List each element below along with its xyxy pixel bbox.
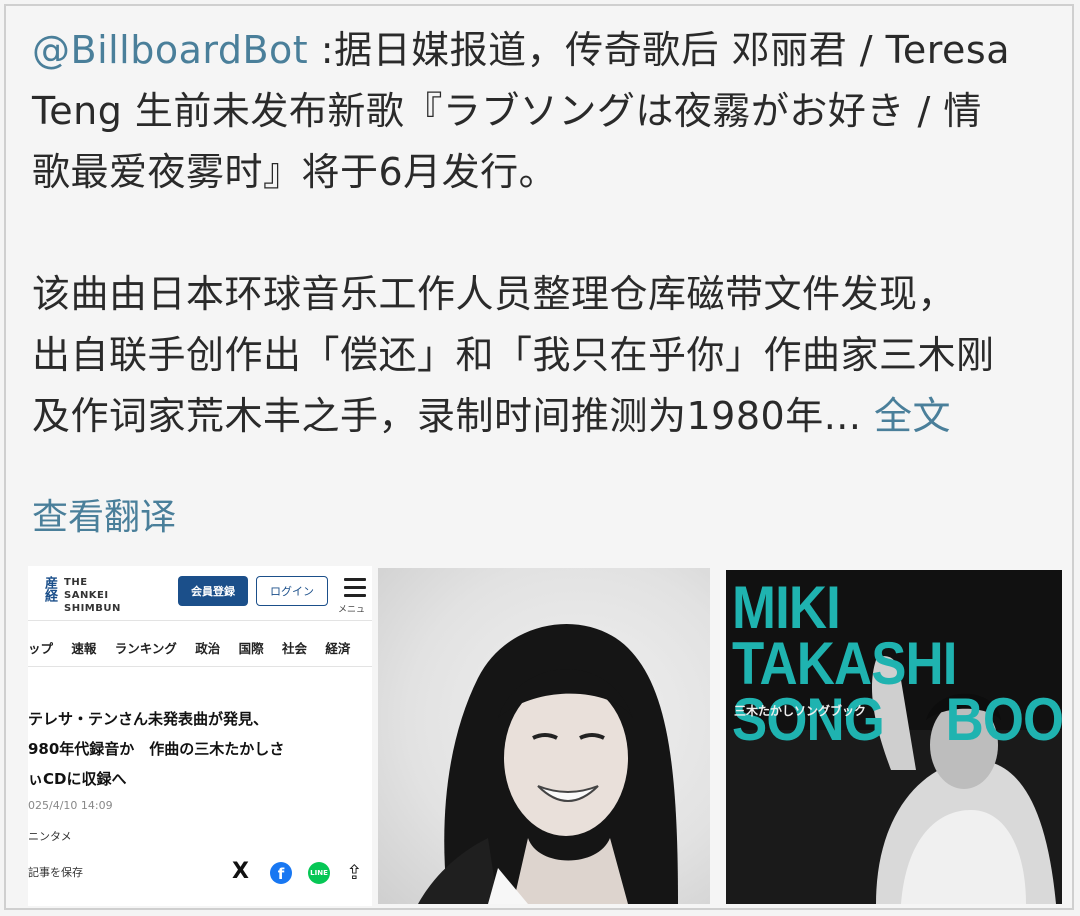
post-text-line2: Teng 生前未发布新歌『ラブソングは夜霧がお好き / 情	[32, 89, 982, 133]
sankei-logo-text: THE SANKEI SHIMBUN	[64, 576, 121, 615]
divider	[28, 666, 372, 667]
album-title: MIKI TAKASHI SONGBOOK	[732, 574, 1062, 750]
post-text-line1: :据日媒报道，传奇歌后 邓丽君 / Teresa	[308, 28, 1011, 72]
headline-line: ぃCDに収録へ	[28, 770, 127, 788]
divider	[28, 620, 372, 621]
logo-line: SHIMBUN	[64, 603, 121, 614]
news-nav: ップ 速報 ランキング 政治 国際 社会 経済	[28, 638, 364, 657]
full-text-link[interactable]: 全文	[874, 394, 951, 438]
save-article-label: 記事を保存	[28, 866, 83, 879]
register-button: 会員登録	[178, 576, 248, 606]
portrait-illustration	[418, 624, 678, 904]
menu-label: メニュ	[338, 605, 366, 615]
image-news-screenshot[interactable]: 産経 THE SANKEI SHIMBUN 会員登録 ログイン メニュ ップ 速…	[28, 566, 372, 906]
news-headline: テレサ・テンさん未発表曲が発見、 980年代録音か 作曲の三木たかしさ ぃCDに…	[28, 704, 372, 794]
news-date: 025/4/10 14:09	[28, 799, 113, 812]
post-para2-line3-wrap: 及作词家荒木丰之手，录制时间推测为1980年... 全文	[32, 386, 1072, 447]
hamburger-menu-icon	[344, 578, 366, 602]
image-portrait-photo[interactable]	[378, 568, 710, 904]
headline-line: 980年代録音か 作曲の三木たかしさ	[28, 740, 285, 758]
nav-item: 政治	[195, 641, 221, 656]
album-title-line1: MIKI TAKASHI	[732, 574, 957, 697]
line-share-icon: LINE	[308, 862, 330, 884]
post-body: @BillboardBot :据日媒报道，传奇歌后 邓丽君 / Teresa T…	[32, 20, 1072, 447]
facebook-share-icon: f	[270, 862, 292, 884]
post-card: @BillboardBot :据日媒报道，传奇歌后 邓丽君 / Teresa T…	[4, 4, 1074, 910]
nav-item: 速報	[71, 641, 97, 656]
post-para2-line1: 该曲由日本环球音乐工作人员整理仓库磁带文件发现，	[32, 272, 957, 316]
image-album-cover[interactable]: MIKI TAKASHI SONGBOOK 三木たかしソングブック	[726, 570, 1062, 904]
post-text-line3: 歌最爱夜雾时』将于6月发行。	[32, 150, 558, 194]
nav-item: ランキング	[114, 641, 177, 656]
author-handle-link[interactable]: @BillboardBot	[32, 28, 308, 72]
share-export-icon: ⇪	[346, 860, 363, 884]
sankei-logo-mark: 産経	[42, 576, 57, 602]
album-subtitle: 三木たかしソングブック	[734, 704, 867, 718]
logo-line: SANKEI	[64, 590, 109, 601]
nav-item: 国際	[238, 641, 264, 656]
album-title-book: BOOK	[945, 686, 1062, 753]
x-share-icon: X	[232, 859, 249, 884]
headline-line: テレサ・テンさん未発表曲が発見、	[28, 710, 269, 728]
news-category: ニンタメ	[28, 830, 72, 843]
nav-item: ップ	[28, 641, 54, 656]
nav-item: 社会	[282, 641, 308, 656]
album-title-song: SONG	[732, 686, 885, 753]
translate-link[interactable]: 查看翻译	[32, 488, 176, 540]
post-line-1: @BillboardBot :据日媒报道，传奇歌后 邓丽君 / Teresa	[32, 20, 1072, 81]
post-para2-line3: 及作词家荒木丰之手，录制时间推测为1980年...	[32, 394, 862, 438]
login-button: ログイン	[256, 576, 328, 606]
nav-item: 経済	[325, 641, 351, 656]
post-para2-line2: 出自联手创作出「偿还」和「我只在乎你」作曲家三木刚	[32, 333, 995, 377]
logo-line: THE	[64, 577, 88, 588]
album-title-line2: SONGBOOK	[732, 690, 1062, 750]
